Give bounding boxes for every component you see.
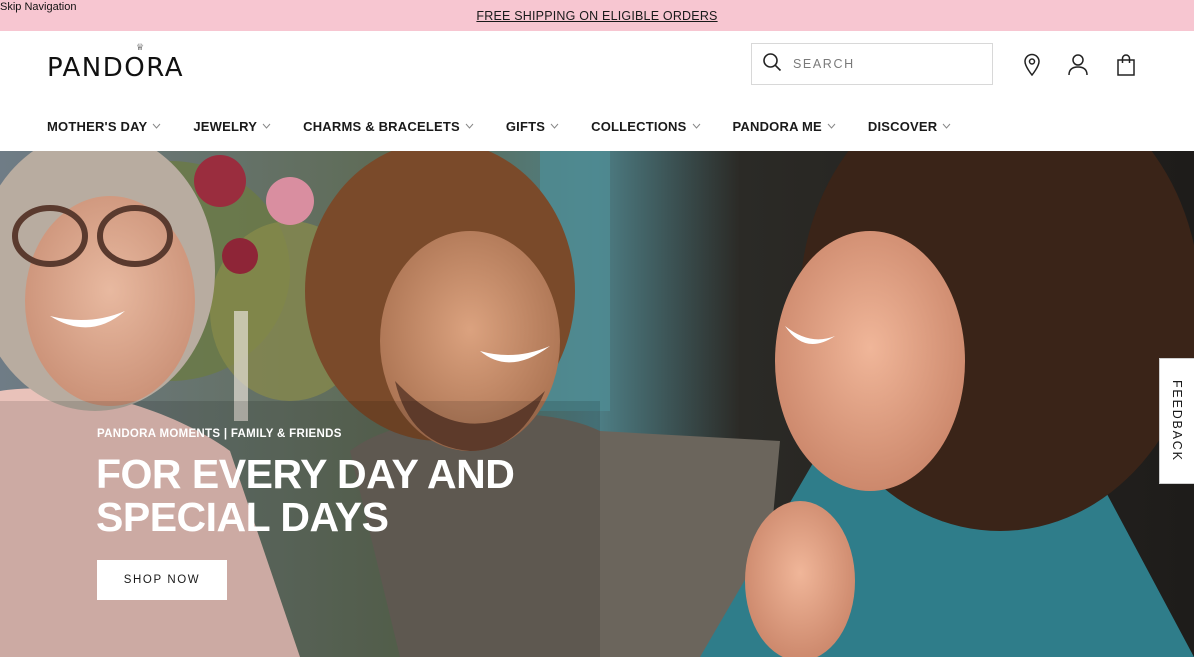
feedback-label: FEEDBACK [1170,380,1184,462]
pandora-logo[interactable]: ♕ PANDORA [47,43,185,83]
nav-item-collections[interactable]: COLLECTIONS [591,119,700,134]
nav-label: CHARMS & BRACELETS [303,118,460,134]
chevron-down-icon [465,123,474,129]
location-pin-icon[interactable] [1020,53,1044,77]
hero-banner[interactable]: PANDORA MOMENTS | FAMILY & FRIENDS FOR E… [0,151,1194,657]
chevron-down-icon [152,123,161,129]
hero-eyebrow: PANDORA MOMENTS | FAMILY & FRIENDS [97,428,342,440]
nav-item-mothers-day[interactable]: MOTHER'S DAY [47,119,161,134]
search-box[interactable] [751,43,993,85]
chevron-down-icon [692,123,700,129]
nav-label: COLLECTIONS [591,118,687,134]
hero-title: FOR EVERY DAY AND SPECIAL DAYS [96,451,515,540]
chevron-down-icon [550,123,559,129]
nav-item-jewelry[interactable]: JEWELRY [193,119,271,134]
skip-navigation-link[interactable]: Skip Navigation [0,1,76,13]
chevron-down-icon [827,123,836,129]
logo-text: PANDORA [47,53,185,83]
free-shipping-link[interactable]: FREE SHIPPING ON ELIGIBLE ORDERS [476,9,717,23]
chevron-down-icon [943,123,951,129]
feedback-tab[interactable]: FEEDBACK [1159,358,1194,484]
promo-bar: FREE SHIPPING ON ELIGIBLE ORDERS [0,0,1194,31]
account-icon[interactable] [1066,53,1090,77]
shopping-bag-icon[interactable] [1114,53,1138,77]
nav-item-discover[interactable]: DISCOVER [868,119,952,134]
nav-item-charms-bracelets[interactable]: CHARMS & BRACELETS [303,119,474,134]
nav-label: PANDORA ME [732,118,822,134]
site-header: ♕ PANDORA [0,31,1194,101]
search-input[interactable] [793,57,973,71]
search-icon[interactable] [762,52,782,77]
chevron-down-icon [262,123,271,129]
shop-now-button[interactable]: SHOP NOW [97,560,227,600]
nav-item-gifts[interactable]: GIFTS [506,119,559,134]
nav-item-pandora-me[interactable]: PANDORA ME [733,119,836,134]
nav-label: DISCOVER [867,118,938,134]
crown-icon: ♕ [136,43,145,53]
nav-label: JEWELRY [193,118,258,134]
nav-label: MOTHER'S DAY [47,118,148,134]
nav-label: GIFTS [505,118,546,134]
main-navigation: MOTHER'S DAY JEWELRY CHARMS & BRACELETS … [0,101,1194,151]
